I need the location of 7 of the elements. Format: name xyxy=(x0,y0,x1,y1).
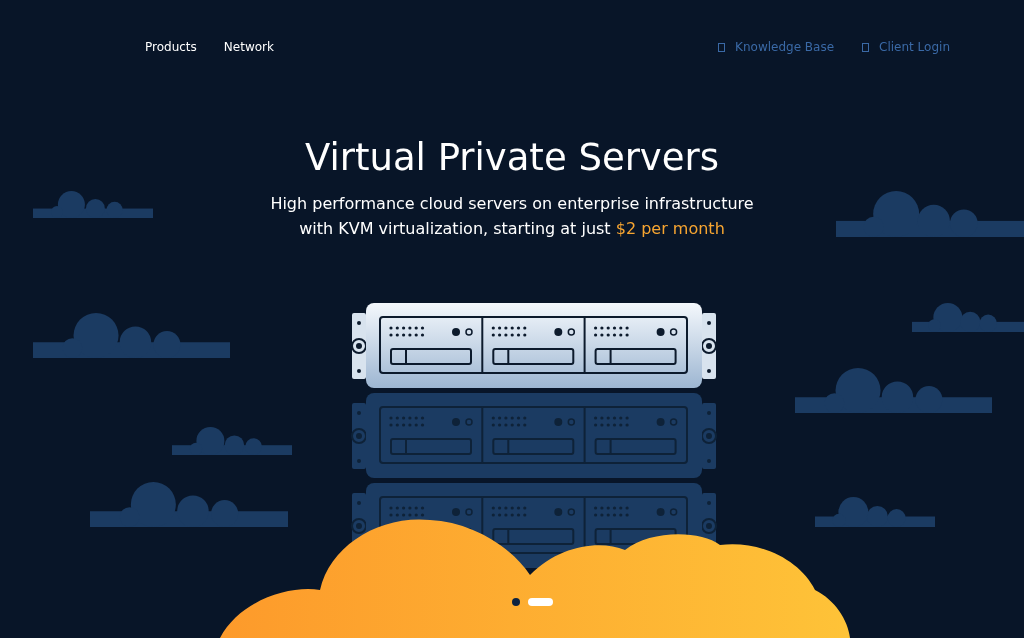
hero-subtitle: High performance cloud servers on enterprise infrastructure with KVM virtualization, starting at just $2 per month xyxy=(269,193,755,240)
nav-link[interactable]: Products xyxy=(145,40,197,54)
square-icon xyxy=(718,42,726,52)
square-icon xyxy=(862,42,870,52)
hero-title: Virtual Private Servers xyxy=(305,136,719,179)
carousel-dot[interactable] xyxy=(512,598,520,606)
nav-link[interactable]: Network xyxy=(223,40,274,54)
